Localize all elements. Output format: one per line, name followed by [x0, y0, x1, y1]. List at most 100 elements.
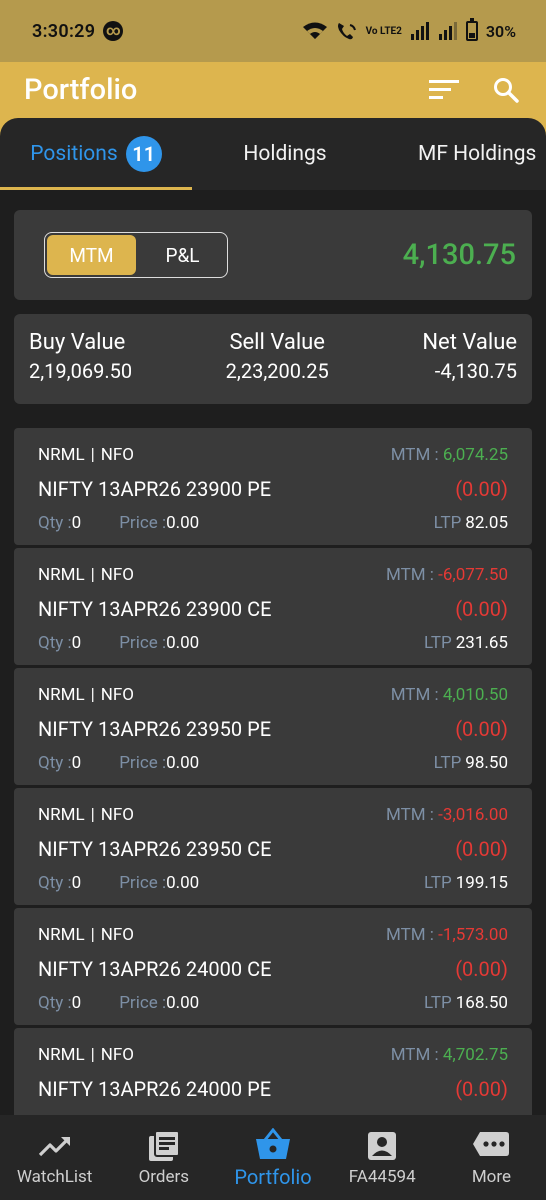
qty-label: Qty :	[38, 993, 72, 1013]
position-row[interactable]: NRML | NFO MTM : 4,702.75 NIFTY 13APR26 2400…	[14, 1028, 532, 1115]
separator: |	[90, 925, 95, 945]
qty-value: 0	[71, 873, 82, 893]
position-row[interactable]: NRML | NFO MTM : -3,016.00 NIFTY 13APR26 239…	[14, 788, 532, 905]
status-right: Vo LTE2 30%	[302, 18, 516, 41]
row-mtm-value: 4,010.50	[442, 685, 508, 705]
buy-value-block: Buy Value 2,19,069.50	[29, 330, 132, 404]
product-exchange: NRML | NFO	[38, 925, 134, 945]
sell-value-block: Sell Value 2,23,200.25	[226, 330, 329, 404]
qty-price-group: Qty : 0 Price : 0.00	[38, 513, 199, 533]
price-group: Price : 0.00	[119, 873, 199, 893]
ltp-group: LTP 231.65	[424, 633, 508, 653]
exchange: NFO	[100, 685, 134, 705]
buy-value-label: Buy Value	[29, 330, 126, 355]
price-group: Price : 0.00	[119, 513, 199, 533]
instrument-symbol: NIFTY 13APR26 23900 CE	[38, 597, 272, 621]
row-mtm-value: -3,016.00	[438, 805, 508, 825]
nav-account-label: FA44594	[348, 1166, 416, 1187]
tab-mf-holdings-label: MF Holdings	[418, 142, 537, 166]
volte-icon: Vo LTE2	[365, 25, 402, 37]
nav-portfolio[interactable]: Portfolio	[218, 1115, 327, 1200]
separator: |	[90, 805, 95, 825]
instrument-symbol: NIFTY 13APR26 24000 CE	[38, 957, 272, 981]
sort-icon[interactable]	[428, 74, 460, 106]
basket-icon	[255, 1127, 291, 1161]
wifi-call-icon	[336, 21, 358, 41]
row-mtm-value: -6,077.50	[438, 565, 508, 585]
position-row[interactable]: NRML | NFO MTM : 4,010.50 NIFTY 13APR26 2395…	[14, 668, 532, 785]
price-group: Price : 0.00	[119, 633, 199, 653]
mtm-pnl-toggle: MTM P&L	[44, 232, 228, 278]
positions-content[interactable]: MTM P&L 4,130.75 Buy Value 2,19,069.50 S…	[0, 190, 546, 1115]
ltp-group: LTP 199.15	[424, 873, 508, 893]
product-type: NRML	[38, 805, 85, 825]
total-mtm-value: 4,130.75	[402, 238, 516, 272]
qty-label: Qty :	[38, 873, 72, 893]
nav-watchlist-label: WatchList	[16, 1166, 93, 1187]
ltp-value: 199.15	[455, 873, 508, 893]
pnl-change: (0.00)	[455, 837, 508, 861]
ltp-label: LTP	[424, 633, 452, 653]
instrument-symbol: NIFTY 13APR26 23950 PE	[38, 717, 272, 741]
qty-price-group: Qty : 0 Price : 0.00	[38, 993, 199, 1013]
tab-holdings-label: Holdings	[243, 142, 327, 166]
qty-price-group: Qty : 0 Price : 0.00	[38, 873, 199, 893]
row-mtm: MTM : -3,016.00	[386, 805, 508, 825]
tab-mf-holdings[interactable]: MF Holdings	[378, 118, 546, 190]
qty-price-group: Qty : 0 Price : 0.00	[38, 633, 199, 653]
product-exchange: NRML | NFO	[38, 1045, 134, 1065]
app-actions	[428, 74, 522, 106]
product-exchange: NRML | NFO	[38, 565, 134, 585]
price-value: 0.00	[166, 633, 200, 653]
qty-price-group: Qty : 0 Price : 0.00	[38, 753, 199, 773]
row-mtm-label: MTM :	[390, 1045, 443, 1065]
nav-watchlist[interactable]: WatchList	[0, 1115, 109, 1200]
nav-portfolio-label: Portfolio	[234, 1164, 312, 1189]
product-type: NRML	[38, 925, 85, 945]
ltp-value: 168.50	[455, 993, 508, 1013]
pnl-change: (0.00)	[455, 477, 508, 501]
nav-more[interactable]: More	[437, 1115, 546, 1200]
battery-percent: 30%	[485, 21, 516, 41]
search-icon[interactable]	[490, 74, 522, 106]
positions-list: NRML | NFO MTM : 6,074.25 NIFTY 13APR26 2390…	[14, 428, 532, 1115]
toggle-mtm[interactable]: MTM	[47, 235, 136, 275]
price-value: 0.00	[166, 873, 200, 893]
app-bar: Portfolio	[0, 62, 546, 118]
row-mtm-label: MTM :	[390, 685, 443, 705]
position-row[interactable]: NRML | NFO MTM : -6,077.50 NIFTY 13APR26 239…	[14, 548, 532, 665]
ltp-value: 98.50	[465, 753, 508, 773]
product-exchange: NRML | NFO	[38, 445, 134, 465]
price-label: Price :	[119, 993, 167, 1013]
tab-positions[interactable]: Positions 11	[0, 118, 192, 190]
row-mtm-value: 4,702.75	[442, 1045, 508, 1065]
bottom-nav: WatchList Orders Portfolio FA44594 More	[0, 1115, 546, 1200]
more-icon	[472, 1129, 510, 1163]
summary-card: Buy Value 2,19,069.50 Sell Value 2,23,20…	[14, 314, 532, 404]
toggle-pnl[interactable]: P&L	[138, 233, 227, 277]
signal-icon-1	[410, 22, 430, 40]
product-exchange: NRML | NFO	[38, 805, 134, 825]
qty-value: 0	[71, 753, 82, 773]
infinity-icon: ∞	[103, 21, 124, 41]
nav-account[interactable]: FA44594	[328, 1115, 437, 1200]
price-label: Price :	[119, 513, 167, 533]
ltp-group: LTP 98.50	[434, 753, 508, 773]
tab-holdings[interactable]: Holdings	[192, 118, 378, 190]
position-row[interactable]: NRML | NFO MTM : -1,573.00 NIFTY 13APR26 240…	[14, 908, 532, 1025]
qty-label: Qty :	[38, 513, 72, 533]
product-type: NRML	[38, 445, 85, 465]
sell-value-label: Sell Value	[229, 330, 325, 355]
exchange: NFO	[100, 445, 134, 465]
exchange: NFO	[100, 925, 134, 945]
nav-more-label: More	[471, 1166, 511, 1187]
position-row[interactable]: NRML | NFO MTM : 6,074.25 NIFTY 13APR26 2390…	[14, 428, 532, 545]
ltp-label: LTP	[424, 873, 452, 893]
positions-count-badge: 11	[125, 136, 162, 172]
ltp-group: LTP 168.50	[424, 993, 508, 1013]
product-type: NRML	[38, 1045, 85, 1065]
row-mtm: MTM : -1,573.00	[386, 925, 508, 945]
product-type: NRML	[38, 565, 85, 585]
row-mtm-value: -1,573.00	[438, 925, 508, 945]
nav-orders[interactable]: Orders	[109, 1115, 218, 1200]
